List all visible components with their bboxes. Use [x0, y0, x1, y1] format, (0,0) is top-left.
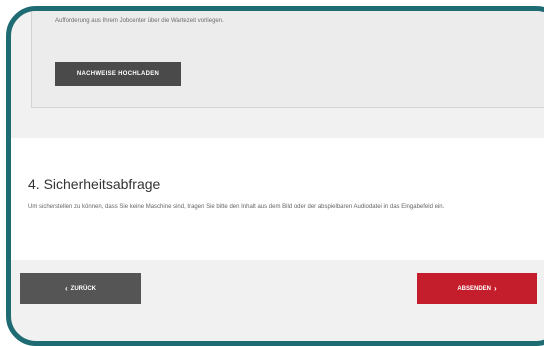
back-button-label: ZURÜCK	[70, 285, 96, 292]
chevron-right-icon: ›	[494, 283, 497, 293]
upload-instruction-text: Aufforderung aus Ihrem Jobcenter über di…	[55, 18, 224, 24]
section-description: Um sicherstellen zu können, dass Sie kei…	[28, 204, 445, 210]
submit-button-label: ABSENDEN	[457, 285, 491, 292]
upload-section: Aufforderung aus Ihrem Jobcenter über di…	[31, 11, 544, 108]
submit-button[interactable]: ABSENDEN ›	[417, 273, 537, 304]
back-button[interactable]: ‹ ZURÜCK	[20, 273, 141, 304]
chevron-left-icon: ‹	[64, 283, 68, 293]
upload-documents-button[interactable]: NACHWEISE HOCHLADEN	[55, 62, 181, 86]
section-title: 4. Sicherheitsabfrage	[28, 176, 161, 192]
security-check-section: 4. Sicherheitsabfrage Um sicherstellen z…	[11, 138, 544, 260]
